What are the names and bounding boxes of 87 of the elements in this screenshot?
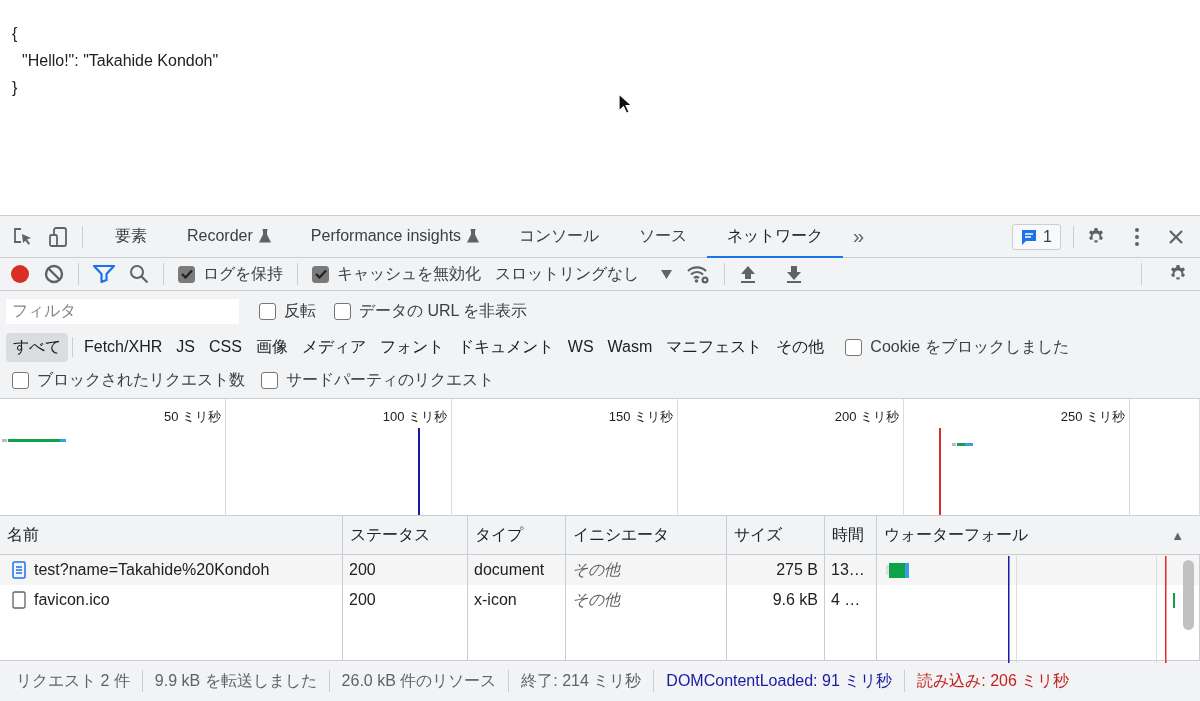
filter-field[interactable]: フィルタ	[6, 298, 239, 324]
filter-type-button[interactable]: フォント	[372, 332, 451, 362]
tab[interactable]: Performance insights	[290, 216, 500, 258]
more-tabs-button[interactable]: »	[843, 225, 875, 248]
close-icon[interactable]	[1168, 228, 1184, 245]
checkbox-label: データの URL を非表示	[359, 300, 528, 321]
more-options-icon[interactable]	[1134, 226, 1140, 247]
device-icon[interactable]	[48, 225, 70, 248]
table-cell-text: その他	[572, 559, 620, 580]
checkbox-label: Cookie をブロックしました	[870, 336, 1069, 357]
table-cell-text: その他	[572, 589, 620, 610]
filter-type-button[interactable]: ドキュメント	[450, 332, 561, 362]
timeline-tick-label: 200 ミリ秒	[834, 408, 899, 426]
document-icon	[12, 561, 26, 579]
throttling-dropdown[interactable]: スロットリングなし	[495, 263, 672, 285]
column-header[interactable]: タイプ	[468, 516, 566, 554]
table-cell: 275 B	[776, 561, 818, 579]
filter-icon[interactable]	[93, 265, 115, 283]
request-name[interactable]: favicon.ico	[34, 591, 110, 609]
checkbox-label: サードパーティのリクエスト	[286, 370, 494, 390]
column-header[interactable]: サイズ	[727, 516, 825, 554]
checkbox[interactable]	[261, 372, 278, 389]
filter-type-button[interactable]: メディア	[294, 332, 373, 362]
filter-type-button[interactable]: 画像	[248, 332, 295, 362]
status-text: 終了: 214 ミリ秒	[509, 670, 655, 692]
checkbox-label: キャッシュを無効化	[337, 263, 481, 284]
json-text: {	[12, 24, 18, 44]
sort-indicator[interactable]: ▲	[1171, 527, 1184, 543]
network-conditions-icon[interactable]	[686, 264, 710, 284]
checkbox-label: ブロックされたリクエスト数	[37, 370, 245, 390]
timeline-tick-label: 50 ミリ秒	[163, 408, 221, 426]
flask-icon	[467, 229, 480, 243]
timeline-tick-label: 150 ミリ秒	[608, 408, 673, 426]
table-cell: document	[474, 561, 545, 579]
checkbox-label: ログを保持	[203, 263, 283, 284]
filter-type-button[interactable]: Wasm	[600, 334, 660, 360]
column-header[interactable]: 時間	[825, 516, 877, 554]
checkbox[interactable]	[178, 265, 195, 283]
filter-type-button[interactable]: すべて	[6, 332, 68, 362]
status-text: リクエスト 2 件	[4, 670, 143, 692]
status-text: 読み込み: 206 ミリ秒	[916, 671, 1071, 691]
record-button[interactable]	[10, 264, 30, 284]
table-cell: 13…	[831, 561, 865, 579]
filter-type-button[interactable]: CSS	[201, 334, 249, 360]
filter-type-button[interactable]: マニフェスト	[659, 332, 770, 362]
issues-button[interactable]: 1	[1012, 223, 1061, 250]
table-cell: x-icon	[474, 591, 517, 609]
table-cell: 4 …	[831, 591, 861, 609]
clear-icon[interactable]	[44, 264, 64, 284]
download-icon[interactable]	[785, 265, 803, 283]
tab[interactable]: ソース	[619, 216, 708, 258]
timeline-tick-label: 250 ミリ秒	[1060, 408, 1125, 426]
flask-icon	[258, 229, 271, 243]
status-text: 9.9 kB を転送しました	[142, 670, 330, 692]
upload-icon[interactable]	[739, 265, 757, 283]
column-header[interactable]: ウォーターフォール	[884, 524, 1028, 546]
filter-type-button[interactable]: JS	[169, 334, 202, 360]
tab[interactable]: 要素	[95, 216, 167, 258]
table-cell: 200	[349, 561, 376, 579]
table-cell: 9.6 kB	[772, 591, 818, 609]
timeline-tick-label: 100 ミリ秒	[382, 408, 447, 426]
checkbox-label: 反転	[284, 300, 316, 321]
filter-type-button[interactable]: その他	[769, 332, 832, 362]
message-icon	[1021, 228, 1038, 245]
column-header[interactable]: ステータス	[343, 516, 468, 554]
checkbox[interactable]	[312, 265, 329, 283]
status-text: DOMContentLoaded: 91 ミリ秒	[654, 670, 906, 692]
column-header[interactable]: イニシエータ	[566, 516, 727, 554]
file-icon	[12, 591, 26, 609]
tab[interactable]: Recorder	[167, 216, 291, 258]
filter-type-button[interactable]: WS	[560, 334, 601, 360]
status-text: 26.0 kB 件のリソース	[329, 670, 510, 692]
scrollbar-thumb[interactable]	[1183, 560, 1194, 630]
checkbox[interactable]	[12, 372, 29, 389]
tab[interactable]: コンソール	[499, 216, 620, 258]
table-cell: 200	[349, 591, 376, 609]
json-text: "Hello!": "Takahide Kondoh"	[21, 51, 219, 71]
request-name[interactable]: test?name=Takahide%20Kondoh	[34, 561, 270, 579]
checkbox[interactable]	[259, 302, 276, 320]
checkbox[interactable]	[334, 302, 351, 320]
column-header[interactable]: 名前	[0, 516, 343, 554]
search-icon[interactable]	[129, 264, 149, 284]
json-text: }	[12, 78, 18, 98]
caret-icon	[661, 269, 672, 279]
tab[interactable]: ネットワーク	[707, 216, 844, 258]
filter-type-button[interactable]: Fetch/XHR	[77, 334, 170, 360]
checkbox[interactable]	[845, 338, 863, 356]
